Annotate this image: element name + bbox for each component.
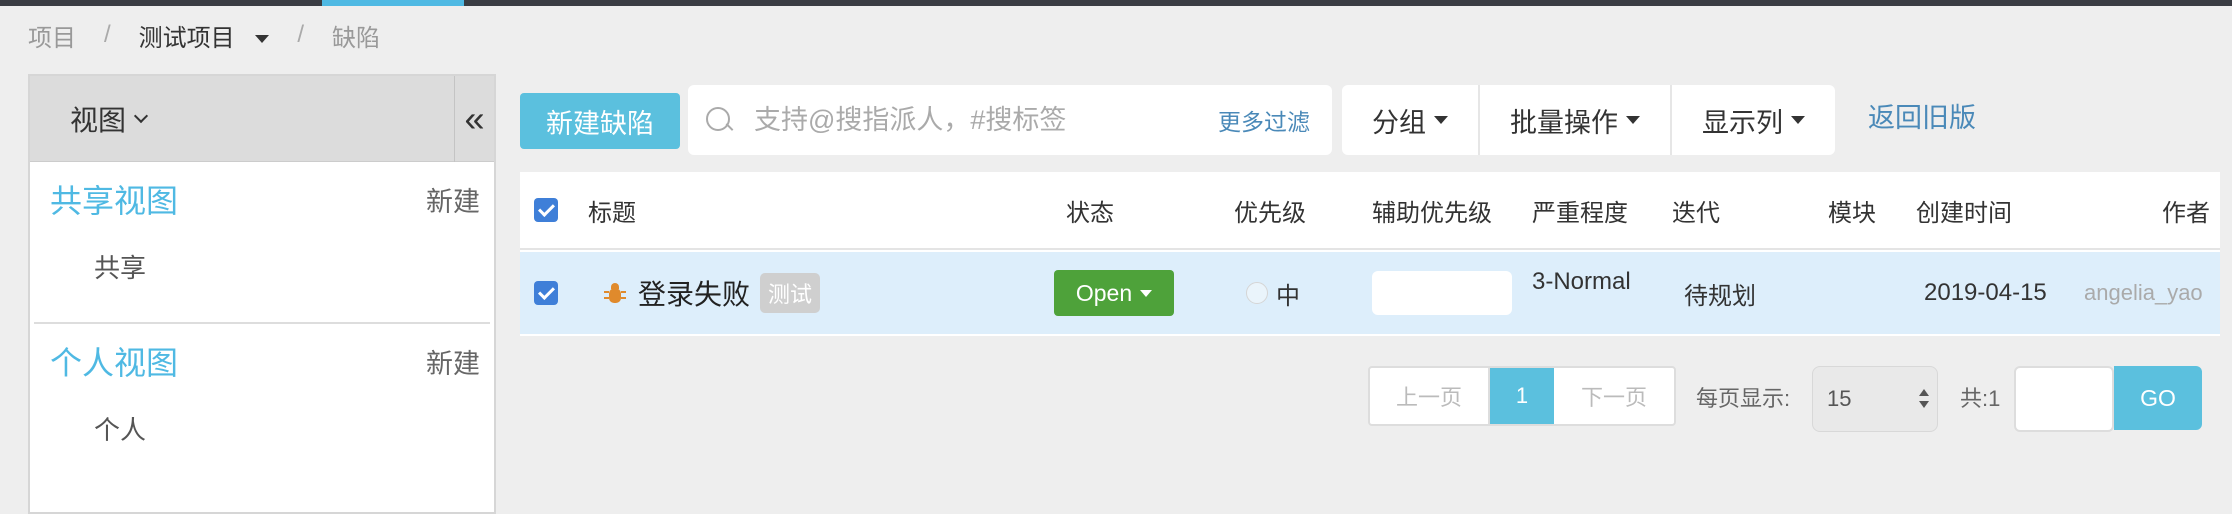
created-date: 2019-04-15 bbox=[1924, 279, 2047, 306]
severity-value[interactable]: 3-Normal bbox=[1532, 252, 1631, 334]
select-all-checkbox[interactable] bbox=[534, 198, 558, 222]
shared-views-header: 共享视图 新建 bbox=[50, 162, 480, 236]
per-page-label: 每页显示: bbox=[1696, 386, 1791, 411]
chevron-down-icon bbox=[133, 108, 149, 123]
column-header-title[interactable]: 标题 bbox=[588, 172, 636, 248]
author-name: angelia_yao bbox=[2084, 280, 2203, 305]
personal-views-title: 个人视图 bbox=[50, 345, 179, 381]
column-header-iteration[interactable]: 迭代 bbox=[1672, 172, 1720, 248]
status-label: Open bbox=[1075, 279, 1133, 306]
aux-priority-cell bbox=[1372, 252, 1512, 334]
column-header-author[interactable]: 作者 bbox=[2162, 172, 2210, 248]
group-button[interactable]: 分组 bbox=[1342, 85, 1480, 155]
new-personal-view-button[interactable]: 新建 bbox=[426, 342, 480, 381]
per-page-select[interactable]: 15 bbox=[1812, 366, 1938, 432]
column-header-aux-priority[interactable]: 辅助优先级 bbox=[1372, 172, 1492, 248]
sidebar-header: 视图 « bbox=[30, 76, 494, 162]
group-button-label: 分组 bbox=[1372, 107, 1426, 138]
display-columns-label: 显示列 bbox=[1702, 107, 1783, 138]
search-input[interactable] bbox=[754, 104, 1194, 136]
new-bug-button[interactable]: 新建缺陷 bbox=[520, 93, 680, 149]
table-header: 标题 状态 优先级 辅助优先级 严重程度 迭代 模块 创建时间 作者 bbox=[520, 172, 2220, 250]
back-to-old-version-link[interactable]: 返回旧版 bbox=[1868, 96, 1976, 135]
breadcrumb-separator: / bbox=[104, 21, 111, 48]
toolbar-button-group: 分组 批量操作 显示列 bbox=[1342, 85, 1835, 155]
title-cell: 登录失败 测试 bbox=[604, 252, 821, 334]
new-shared-view-button[interactable]: 新建 bbox=[426, 180, 480, 219]
search-box: 更多过滤 bbox=[688, 85, 1332, 155]
aux-priority-field[interactable] bbox=[1372, 271, 1512, 315]
total-count: 共:1 bbox=[1960, 386, 2001, 411]
column-header-severity[interactable]: 严重程度 bbox=[1532, 172, 1628, 248]
more-filter-link[interactable]: 更多过滤 bbox=[1218, 103, 1310, 137]
breadcrumb: 项目 / 测试项目 / 缺陷 bbox=[28, 18, 380, 52]
sidebar-item-personal[interactable]: 个人 bbox=[50, 398, 480, 458]
priority-circle-icon bbox=[1246, 282, 1268, 304]
table-row[interactable]: 登录失败 测试 Open 中 3-Normal 待规划 2019-04-15 a… bbox=[520, 252, 2220, 334]
goto-page-input[interactable] bbox=[2014, 366, 2114, 432]
row-checkbox[interactable] bbox=[534, 281, 558, 305]
breadcrumb-root[interactable]: 项目 bbox=[28, 18, 76, 53]
breadcrumb-current: 缺陷 bbox=[332, 24, 381, 52]
column-header-module[interactable]: 模块 bbox=[1828, 172, 1876, 248]
shared-views-title: 共享视图 bbox=[50, 183, 179, 219]
caret-down-icon bbox=[1791, 116, 1805, 124]
personal-views-header: 个人视图 新建 bbox=[50, 324, 480, 398]
caret-down-icon bbox=[1434, 116, 1448, 124]
iteration-value[interactable]: 待规划 bbox=[1684, 252, 1756, 334]
select-all-cell bbox=[534, 172, 558, 248]
collapse-sidebar-button[interactable]: « bbox=[454, 76, 494, 162]
breadcrumb-project[interactable]: 测试项目 bbox=[139, 18, 270, 53]
status-cell: Open bbox=[1054, 252, 1174, 334]
tag-badge: 测试 bbox=[760, 273, 821, 313]
view-dropdown[interactable]: 视图 bbox=[70, 99, 149, 139]
view-sidebar: 视图 « 共享视图 新建 共享 个人视图 新建 个人 bbox=[28, 74, 496, 514]
pagination: 上一页 1 下一页 bbox=[1368, 366, 1676, 426]
row-select-cell bbox=[534, 252, 558, 334]
column-header-priority[interactable]: 优先级 bbox=[1234, 172, 1306, 248]
sidebar-item-shared[interactable]: 共享 bbox=[50, 236, 480, 296]
batch-action-label: 批量操作 bbox=[1510, 107, 1618, 138]
top-nav-bar bbox=[0, 0, 2232, 6]
per-page-value: 15 bbox=[1827, 386, 1852, 411]
batch-action-button[interactable]: 批量操作 bbox=[1480, 85, 1672, 155]
bug-title-link[interactable]: 登录失败 bbox=[638, 273, 750, 313]
breadcrumb-separator: / bbox=[297, 21, 305, 48]
status-dropdown[interactable]: Open bbox=[1054, 270, 1174, 316]
caret-down-icon bbox=[255, 35, 270, 44]
display-columns-button[interactable]: 显示列 bbox=[1672, 85, 1835, 155]
caret-down-icon bbox=[1140, 289, 1153, 297]
bug-table: 标题 状态 优先级 辅助优先级 严重程度 迭代 模块 创建时间 作者 登录失败 … bbox=[520, 172, 2220, 336]
spinner-arrows-icon bbox=[1919, 389, 1929, 411]
priority-cell[interactable]: 中 bbox=[1246, 252, 1300, 334]
column-header-created[interactable]: 创建时间 bbox=[1916, 172, 2012, 248]
next-page-button[interactable]: 下一页 bbox=[1554, 368, 1674, 424]
view-dropdown-label: 视图 bbox=[70, 104, 127, 136]
go-button[interactable]: GO bbox=[2114, 366, 2202, 430]
prev-page-button[interactable]: 上一页 bbox=[1370, 368, 1490, 424]
active-tab-indicator bbox=[322, 0, 464, 6]
caret-down-icon bbox=[1626, 116, 1640, 124]
column-header-status[interactable]: 状态 bbox=[1066, 172, 1114, 248]
priority-value: 中 bbox=[1276, 282, 1300, 310]
search-icon bbox=[704, 105, 734, 135]
double-chevron-left-icon: « bbox=[464, 98, 485, 139]
breadcrumb-project-label: 测试项目 bbox=[138, 24, 235, 52]
shared-views-section: 共享视图 新建 共享 bbox=[30, 162, 494, 296]
page-number-button[interactable]: 1 bbox=[1490, 368, 1554, 424]
personal-views-section: 个人视图 新建 个人 bbox=[30, 324, 494, 458]
bug-icon bbox=[604, 282, 626, 304]
